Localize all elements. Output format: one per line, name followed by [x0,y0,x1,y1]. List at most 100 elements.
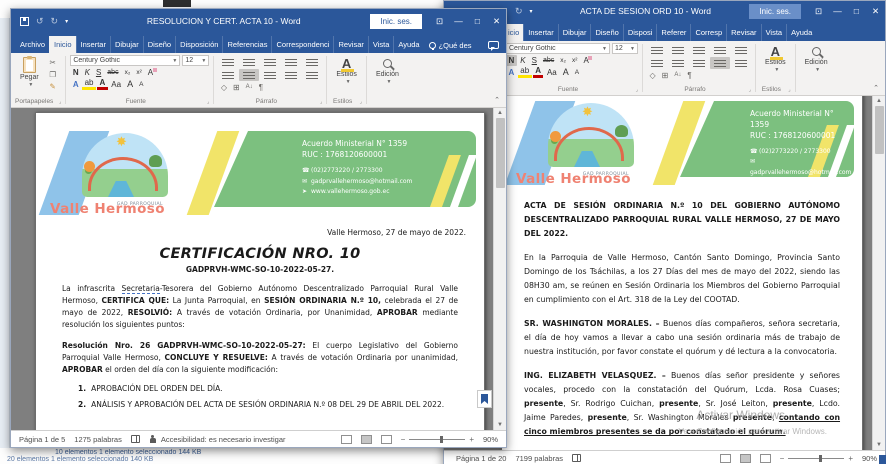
change-case-button[interactable]: Aa [544,67,559,78]
scroll-up-icon[interactable]: ▲ [876,96,882,106]
text-effects-button[interactable]: A [506,67,517,78]
zoom-in-icon[interactable]: + [848,454,853,463]
align-left-icon[interactable] [647,57,667,69]
title-bar[interactable]: ↻ ▾ ACTA DE SESION ORD 10 - Word Inic. s… [444,1,885,21]
dialog-launcher-icon[interactable]: ⌟ [59,99,61,105]
grow-font-button[interactable]: A [560,67,571,78]
vertical-scrollbar[interactable]: ▲ ▼ [872,96,885,450]
italic-button[interactable]: K [518,55,528,66]
align-center-icon[interactable] [668,57,688,69]
collapse-ribbon-icon[interactable]: ⌃ [494,96,500,104]
tab-vista[interactable]: Vista [368,36,394,53]
tab-referer[interactable]: Referer [656,24,690,41]
underline-button[interactable]: S [529,55,539,66]
shrink-font-button[interactable]: A [137,79,146,90]
tab-dibujar[interactable]: Dibujar [110,36,143,53]
maximize-button[interactable]: □ [468,9,487,33]
scroll-down-icon[interactable]: ▼ [876,440,882,450]
numbering-icon[interactable] [239,56,259,68]
decrease-indent-icon[interactable] [281,56,301,68]
font-color-button[interactable]: A [533,67,544,78]
bookmark-indicator[interactable] [477,390,492,408]
sort-icon[interactable]: A↓ [243,82,255,93]
scroll-up-icon[interactable]: ▲ [497,108,503,118]
bullets-icon[interactable] [218,56,238,68]
increase-indent-icon[interactable] [302,56,322,68]
tab-insertar[interactable]: Insertar [523,24,557,41]
scrollbar-thumb[interactable] [875,106,884,154]
read-mode-icon[interactable] [720,454,731,463]
tab-referencias[interactable]: Referencias [222,36,271,53]
read-mode-icon[interactable] [341,435,352,444]
scroll-down-icon[interactable]: ▼ [497,420,503,430]
change-case-button[interactable]: Aa [109,79,124,90]
zoom-slider[interactable]: − + [401,435,474,444]
decrease-indent-icon[interactable] [710,44,730,56]
page-indicator[interactable]: Página 1 de 5 [19,435,65,444]
document-area[interactable]: Acuerdo Ministerial N° 1359 RUC : 176812… [11,108,506,430]
bold-button[interactable]: N [506,55,517,66]
multilevel-list-icon[interactable] [689,44,709,56]
word-window-resolucion[interactable]: ↺ ↻ ▾ RESOLUCION Y CERT. ACTA 10 - Word … [10,8,507,448]
tab-insertar[interactable]: Insertar [76,36,110,53]
vertical-scrollbar[interactable]: ▲ ▼ [493,108,506,430]
pilcrow-icon[interactable]: ¶ [685,70,694,81]
proofing-icon[interactable] [131,435,140,443]
ribbon-display-options-icon[interactable]: ⊡ [430,9,449,33]
tab-vista[interactable]: Vista [761,24,787,41]
clear-formatting-button[interactable]: A [145,67,155,78]
proofing-icon[interactable] [572,454,581,462]
copy-icon[interactable]: ❐ [46,69,60,80]
sort-icon[interactable]: A↓ [672,70,684,81]
print-layout-icon[interactable] [740,454,751,463]
close-button[interactable]: ✕ [487,9,506,33]
tab-dise-o[interactable]: Diseño [143,36,175,53]
document-area[interactable]: Acuerdo Ministerial N° 1359 RUC : 176812… [444,96,885,450]
tab-revisar[interactable]: Revisar [726,24,760,41]
clear-formatting-button[interactable]: A [581,55,591,66]
document-page[interactable]: Acuerdo Ministerial N° 1359 RUC : 176812… [35,112,485,430]
shrink-font-button[interactable]: A [572,67,581,78]
strikethrough-button[interactable]: abc [540,55,556,66]
comments-icon[interactable] [488,41,499,49]
font-size-select[interactable]: 12▼ [182,55,209,66]
superscript-button[interactable]: x² [134,67,144,78]
customize-quick-access-icon[interactable]: ▾ [65,18,68,25]
subscript-button[interactable]: x₂ [122,67,133,78]
format-painter-icon[interactable]: ✎ [46,81,60,92]
zoom-slider-thumb[interactable] [819,455,822,462]
tab-correspondenci[interactable]: Correspondenci [271,36,333,53]
paste-button[interactable]: Pegar ▼ [15,55,44,90]
line-spacing-icon[interactable] [731,57,751,69]
minimize-button[interactable]: — [449,9,468,33]
editing-button[interactable]: Edición ▼ [800,43,833,75]
save-icon[interactable] [20,17,29,26]
tab-dibujar[interactable]: Dibujar [558,24,591,41]
increase-indent-icon[interactable] [731,44,751,56]
align-center-icon[interactable] [239,69,259,81]
zoom-out-icon[interactable]: − [780,454,785,463]
tab-disposici-n[interactable]: Disposición [175,36,222,53]
zoom-slider-thumb[interactable] [440,436,443,443]
align-right-icon[interactable] [260,69,280,81]
document-page[interactable]: Acuerdo Ministerial N° 1359 RUC : 176812… [501,96,863,450]
tell-me-button[interactable]: ¿Qué des [424,41,477,53]
redo-icon[interactable]: ↻ [515,6,523,17]
zoom-level[interactable]: 90% [862,454,877,463]
customize-quick-access-icon[interactable]: ▾ [530,8,533,15]
bold-button[interactable]: N [70,67,81,78]
editing-button[interactable]: Edición ▼ [371,55,404,87]
tab-dise-o[interactable]: Diseño [590,24,622,41]
close-button[interactable]: ✕ [866,0,885,23]
bullets-icon[interactable] [647,44,667,56]
italic-button[interactable]: K [82,67,92,78]
underline-button[interactable]: S [93,67,103,78]
word-window-acta[interactable]: ↻ ▾ ACTA DE SESION ORD 10 - Word Inic. s… [443,0,886,464]
zoom-in-icon[interactable]: + [469,435,474,444]
minimize-button[interactable]: — [828,0,847,23]
ribbon-display-options-icon[interactable]: ⊡ [809,0,828,23]
web-layout-icon[interactable] [760,454,771,463]
align-left-icon[interactable] [218,69,238,81]
cut-icon[interactable]: ✂ [46,57,60,68]
justify-icon[interactable] [710,57,730,69]
